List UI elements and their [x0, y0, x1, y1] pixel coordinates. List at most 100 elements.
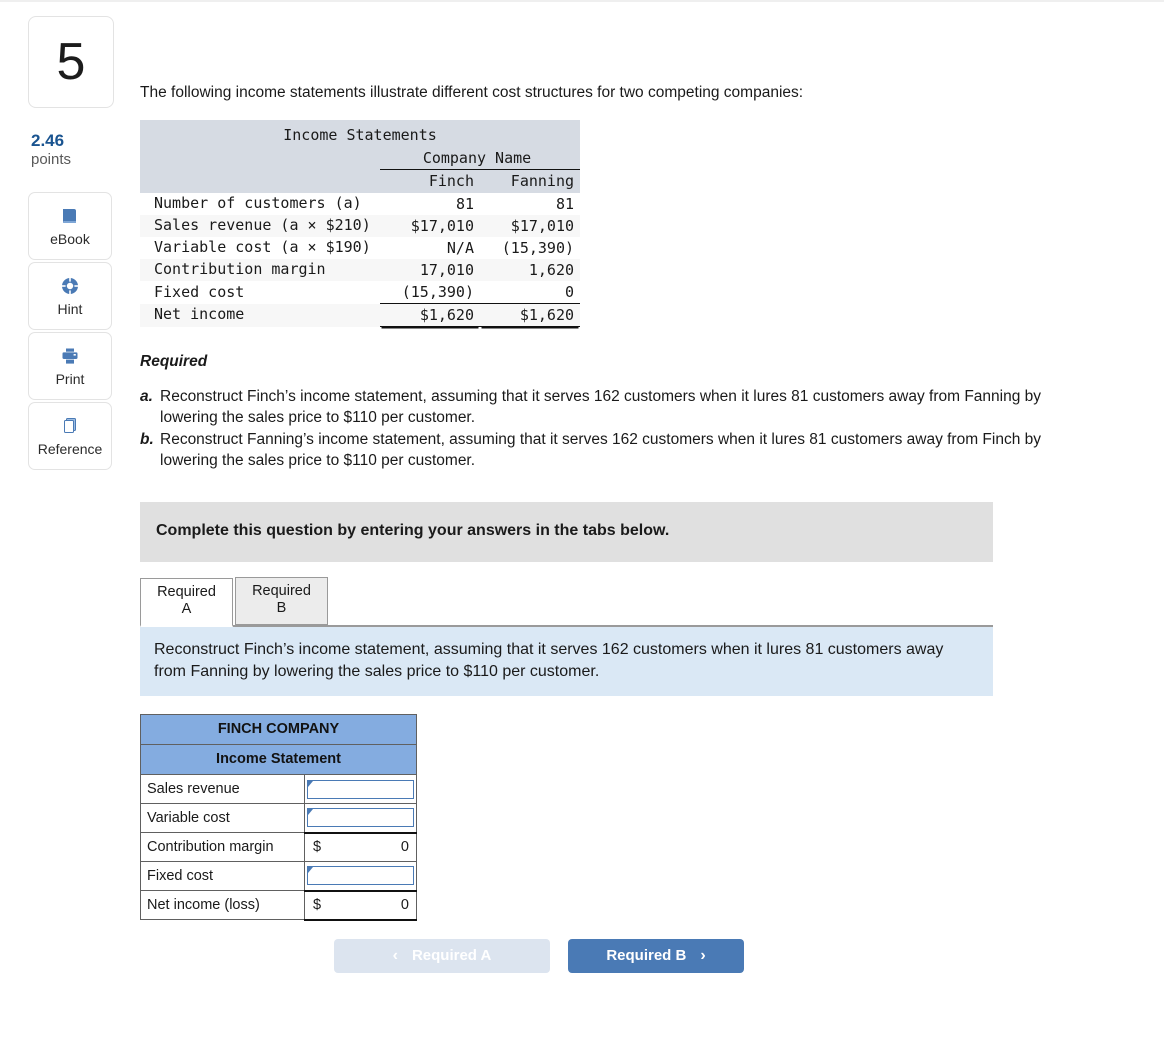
- row-label-net-income: Net income (loss): [140, 890, 305, 921]
- exhibit-row-fanning: 81: [555, 195, 575, 214]
- exhibit-column-header-row: Finch Fanning: [140, 169, 581, 194]
- required-item-text: Reconstruct Finch’s income statement, as…: [160, 388, 1042, 426]
- print-label: Print: [55, 370, 85, 387]
- exhibit-row-fanning: $1,620: [480, 303, 581, 328]
- table-row: Net income $1,620 $1,620: [140, 303, 581, 328]
- table-row: Contribution margin $ 0: [140, 832, 417, 863]
- net-income-amount: 0: [400, 897, 409, 914]
- variable-cost-input[interactable]: [307, 808, 414, 828]
- table-row: Contribution margin 17,010 1,620: [140, 259, 581, 282]
- required-item-marker: a.: [140, 388, 153, 406]
- table-row: Net income (loss) $ 0: [140, 890, 417, 921]
- exhibit-row-label: Variable cost (a × $190): [154, 238, 371, 257]
- list-item: a. Reconstruct Finch’s income statement,…: [140, 387, 1080, 428]
- exhibit-row-finch: $17,010: [410, 217, 474, 236]
- chevron-right-icon: ›: [700, 946, 706, 964]
- points-label: points: [31, 151, 72, 169]
- tab-required-b-line2: B: [276, 600, 287, 617]
- sales-revenue-input-cell[interactable]: [304, 774, 417, 805]
- table-row: Number of customers (a) 81 81: [140, 193, 580, 215]
- question-number: 5: [56, 33, 86, 91]
- complete-question-banner: Complete this question by entering your …: [140, 501, 993, 562]
- exhibit-row-finch: 81: [455, 195, 474, 214]
- question-number-box: 5: [28, 16, 114, 108]
- contribution-margin-amount: 0: [400, 839, 409, 856]
- sales-revenue-input[interactable]: [307, 779, 414, 799]
- exhibit-row-fanning: $17,010: [510, 217, 575, 236]
- required-b-next-label: Required B: [606, 947, 687, 965]
- ebook-button[interactable]: eBook: [28, 192, 112, 260]
- table-row: Variable cost: [140, 803, 417, 834]
- income-statements-exhibit: Income Statements Company Name Finch Fan…: [140, 120, 581, 328]
- reference-label: Reference: [37, 440, 103, 457]
- exhibit-row-fanning: 0: [564, 283, 575, 302]
- list-item: b. Reconstruct Fanning’s income statemen…: [140, 430, 1080, 471]
- points-value: 2.46: [31, 131, 65, 150]
- exhibit-row-finch: 17,010: [419, 261, 474, 280]
- exhibit-title-row: Income Statements: [140, 120, 581, 149]
- exhibit-row-fanning: (15,390): [501, 239, 575, 258]
- required-heading: Required: [140, 353, 208, 371]
- ebook-label: eBook: [50, 230, 90, 247]
- left-tool-rail: 5 2.46 points eBook Hint Print Reference: [28, 16, 114, 470]
- exhibit-col-finch: Finch: [428, 172, 474, 191]
- exhibit-row-finch: $1,620: [380, 303, 480, 328]
- row-label-fixed-cost: Fixed cost: [140, 861, 305, 892]
- row-label-sales-revenue: Sales revenue: [140, 774, 305, 805]
- exhibit-row-fanning: 1,620: [528, 261, 575, 280]
- reference-button[interactable]: Reference: [28, 402, 112, 470]
- lifebuoy-icon: [60, 276, 80, 296]
- exhibit-title: Income Statements: [283, 126, 437, 145]
- required-item-text: Reconstruct Fanning’s income statement, …: [160, 431, 1042, 469]
- exhibit-row-label: Number of customers (a): [154, 194, 362, 213]
- finch-income-statement-input-table: FINCH COMPANY Income Statement Sales rev…: [140, 714, 417, 921]
- exhibit-group-spacer: [140, 148, 380, 170]
- book-icon: [60, 206, 80, 226]
- exhibit-row-label: Net income: [154, 305, 245, 324]
- tab-required-b-line1: Required: [252, 582, 311, 599]
- exhibit-row-finch: (15,390): [401, 283, 474, 302]
- required-a-prev-button[interactable]: ‹ Required A: [334, 938, 550, 973]
- required-list: a. Reconstruct Finch’s income statement,…: [140, 387, 1080, 471]
- row-label-contribution-margin: Contribution margin: [140, 832, 305, 863]
- contribution-margin-value-cell: $ 0: [304, 832, 417, 863]
- tab-prompt-text: Reconstruct Finch’s income statement, as…: [140, 626, 993, 697]
- question-body: The following income statements illustra…: [140, 2, 1150, 973]
- tool-button-stack: eBook Hint Print Reference: [28, 192, 112, 470]
- exhibit-column-spacer: [140, 170, 380, 194]
- required-a-prev-label: Required A: [411, 947, 492, 965]
- required-b-next-button[interactable]: Required B ›: [568, 938, 744, 973]
- fixed-cost-input[interactable]: [307, 866, 414, 886]
- table-row: FINCH COMPANY: [140, 714, 417, 746]
- hint-button[interactable]: Hint: [28, 262, 112, 330]
- exhibit-row-label: Sales revenue (a × $210): [154, 216, 371, 235]
- answer-table-company: FINCH COMPANY: [140, 714, 417, 746]
- intro-text: The following income statements illustra…: [140, 84, 804, 101]
- table-row: Sales revenue (a × $210) $17,010 $17,010: [140, 215, 581, 238]
- table-row: Variable cost (a × $190) N/A (15,390): [140, 237, 580, 259]
- tab-required-a[interactable]: Required A: [140, 577, 233, 627]
- answer-tabs: Required A Required B: [140, 576, 993, 627]
- contribution-margin-currency: $: [313, 839, 322, 856]
- exhibit-col-fanning: Fanning: [510, 172, 575, 191]
- print-button[interactable]: Print: [28, 332, 112, 400]
- variable-cost-input-cell[interactable]: [304, 803, 417, 834]
- chevron-left-icon: ‹: [392, 946, 398, 964]
- tab-required-b[interactable]: Required B: [235, 576, 328, 625]
- exhibit-group-header: Company Name: [380, 148, 581, 171]
- net-income-value-cell: $ 0: [304, 890, 417, 921]
- row-label-variable-cost: Variable cost: [140, 803, 305, 834]
- exhibit-group-header-row: Company Name: [140, 148, 581, 171]
- exhibit-row-label: Contribution margin: [154, 260, 326, 279]
- table-row: Sales revenue: [140, 774, 417, 805]
- fixed-cost-input-cell[interactable]: [304, 861, 417, 892]
- exhibit-row-finch: N/A: [446, 239, 474, 258]
- hint-label: Hint: [57, 300, 83, 317]
- exhibit-row-label: Fixed cost: [154, 282, 245, 301]
- tab-navigation: ‹ Required A Required B ›: [334, 938, 1150, 973]
- answer-table-wrapper: FINCH COMPANY Income Statement Sales rev…: [140, 714, 1150, 921]
- printer-icon: [60, 346, 80, 366]
- table-row: Income Statement: [140, 744, 417, 776]
- answer-table-subtitle: Income Statement: [140, 744, 417, 776]
- table-row: Fixed cost: [140, 861, 417, 892]
